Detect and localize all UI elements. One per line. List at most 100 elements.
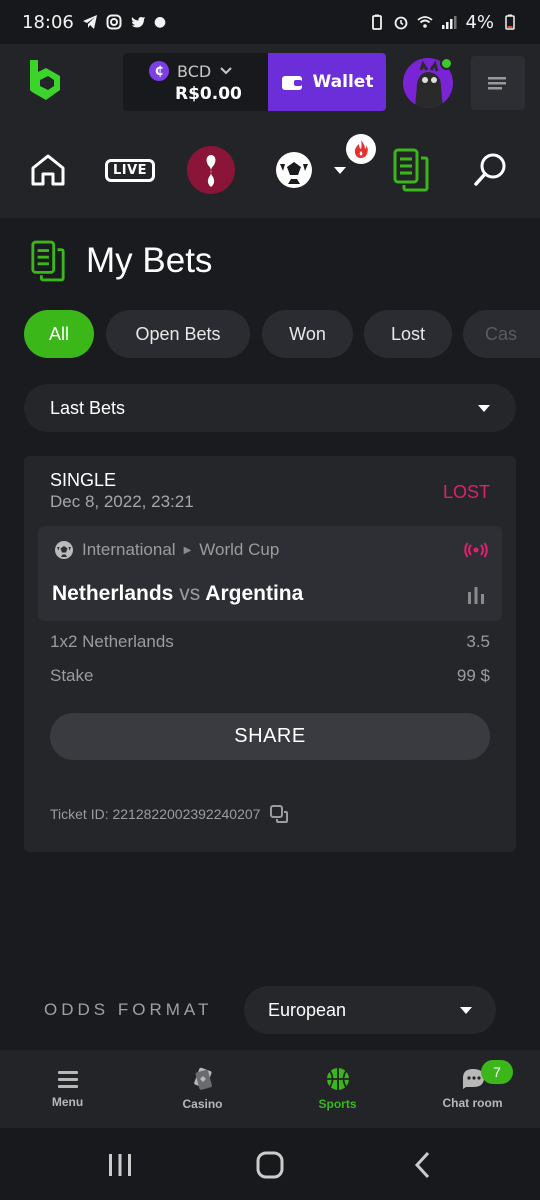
live-button[interactable]: LIVE [104,144,156,196]
copy-icon[interactable] [270,805,289,823]
recent-apps-icon [109,1154,131,1176]
telegram-icon [82,15,97,29]
top-header: ₵ BCD R$0.00 Wallet [0,44,540,122]
battery-icon [505,14,515,30]
filter-won[interactable]: Won [262,310,353,358]
status-bar: 18:06 ● 4% [0,0,540,44]
football-icon [276,152,312,188]
tournament-name: World Cup [199,540,280,559]
caret-down-icon [334,166,346,174]
bottom-nav-menu[interactable]: Menu [0,1050,135,1128]
filter-casino[interactable]: Cas [463,310,540,358]
chat-unread-badge: 7 [481,1060,513,1084]
basketball-icon [326,1068,349,1090]
bet-filter-tabs: All Open Bets Won Lost Cas [24,310,540,358]
stake-label: Stake [50,666,94,685]
bottom-nav-chat[interactable]: Chat room [405,1050,540,1128]
filter-open-bets[interactable]: Open Bets [106,310,250,358]
my-bets-nav-button[interactable] [390,144,432,196]
world-cup-icon [187,146,235,194]
bet-type: SINGLE [50,470,117,490]
status-time: 18:06 [22,11,74,33]
stake-value: 99 $ [456,666,490,685]
bottom-nav-label: Chat room [442,1096,503,1110]
league-name: International [82,540,176,559]
bottom-nav-label: Sports [318,1097,357,1111]
wallet-label: Wallet [312,72,374,92]
recent-apps-button[interactable] [105,1150,135,1180]
home-system-button[interactable] [255,1150,285,1180]
bet-slip-icon [393,148,429,192]
dropdown-value: Last Bets [50,397,126,418]
currency-label: BCD [177,61,212,81]
balance-selector[interactable]: ₵ BCD R$0.00 [123,53,268,111]
menu-button[interactable] [471,56,525,110]
share-button[interactable]: SHARE [50,713,490,760]
menu-icon [57,1071,78,1088]
vs-label: vs [179,582,201,605]
wallet-button[interactable]: Wallet [268,53,386,111]
search-icon [474,153,506,186]
cards-icon [193,1067,212,1090]
live-label: LIVE [104,158,156,182]
wifi-icon [417,16,434,28]
selection-odds: 3.5 [466,632,490,651]
hot-badge [346,134,376,164]
match-box[interactable]: International ▶ World Cup Netherlands vs… [38,526,502,621]
away-team: Argentina [205,582,304,605]
fire-icon [354,140,368,158]
wallet-icon [281,76,302,90]
sport-nav-bar: LIVE [0,122,540,218]
system-nav-bar [0,1128,540,1200]
bottom-nav-sports[interactable]: Sports [270,1050,405,1128]
bottom-nav-label: Menu [51,1095,84,1109]
world-cup-button[interactable] [186,144,236,196]
bottom-nav: Menu Casino Sports Chat room [0,1050,540,1128]
filter-all[interactable]: All [24,310,94,358]
odds-format-value: European [268,999,347,1020]
alarm-icon [395,16,408,30]
page-title: My Bets [86,241,213,280]
ticket-id: Ticket ID: 2212822002392240207 [50,806,261,822]
home-button[interactable] [28,144,68,196]
back-icon [414,1151,430,1179]
odds-format-label: ODDS FORMAT [44,1000,213,1019]
online-indicator [440,57,453,70]
battery-level: 4% [465,11,494,33]
home-icon [31,154,65,186]
home-system-icon [256,1151,284,1179]
instagram-icon [106,14,122,30]
caret-down-icon [478,404,490,412]
stats-icon[interactable] [466,586,486,604]
bcd-coin-icon: ₵ [149,61,169,81]
bet-status-badge: LOST [442,482,490,502]
live-broadcast-icon [464,542,488,558]
home-team: Netherlands [52,582,174,605]
filter-lost[interactable]: Lost [364,310,452,358]
bottom-nav-casino[interactable]: Casino [135,1050,270,1128]
chevron-right-icon: ▶ [183,544,192,556]
match-teams: Netherlands vs Argentina [52,582,303,606]
signal-icon [442,16,457,29]
bets-period-dropdown[interactable]: Last Bets [24,384,516,432]
bet-slip-icon [31,240,65,282]
league-breadcrumb: International ▶ World Cup [54,540,279,560]
bet-date: Dec 8, 2022, 23:21 [50,492,194,511]
search-button[interactable] [472,144,510,196]
odds-format-row: ODDS FORMAT European [44,986,496,1034]
twitter-icon [131,17,145,28]
football-icon [55,541,73,559]
battery-saver-icon [372,14,383,30]
bet-card: SINGLE Dec 8, 2022, 23:21 LOST Internati… [24,456,516,852]
dot-icon: ● [153,14,167,30]
odds-format-select[interactable]: European [244,986,496,1034]
football-button[interactable] [272,144,316,196]
back-button[interactable] [407,1150,437,1180]
bottom-nav-label: Casino [182,1097,223,1111]
caret-down-icon [460,1006,472,1014]
stake-row: Stake 99 $ [50,666,490,686]
chevron-down-icon [220,67,232,75]
selection-row: 1x2 Netherlands 3.5 [50,632,490,652]
menu-icon [488,77,506,90]
bc-logo-icon[interactable] [26,58,66,104]
